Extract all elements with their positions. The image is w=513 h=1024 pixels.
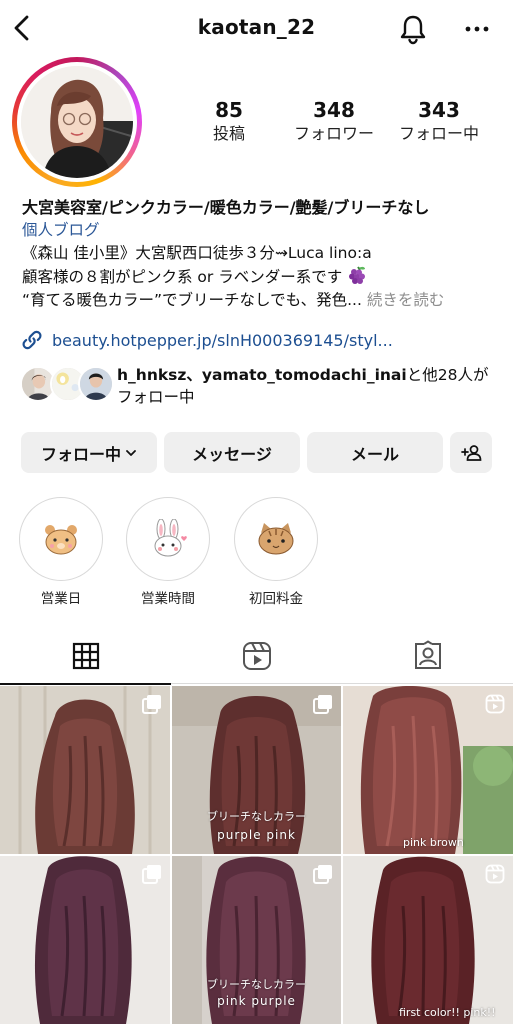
post-overlay-caption: pink brown: [403, 836, 464, 849]
tab-posts-grid[interactable]: [0, 628, 171, 685]
highlight-business-days[interactable]: 営業日: [19, 497, 103, 607]
post-overlay-caption: ブリーチなしカラー: [207, 810, 306, 823]
profile-link[interactable]: beauty.hotpepper.jp/slnH000369145/styl..…: [20, 328, 393, 352]
followed-by-text: h_hnksz、yamato_tomodachi_inaiと他28人がフォロー中: [117, 364, 497, 408]
more-options-icon[interactable]: [460, 14, 494, 44]
avatar: [21, 66, 133, 178]
highlight-label: 初回料金: [249, 591, 303, 607]
stat-posts[interactable]: 85 投稿: [174, 97, 284, 145]
message-button[interactable]: メッセージ: [164, 432, 300, 473]
tagged-icon: [414, 640, 441, 669]
posts-grid: ブリーチなしカラー purple pink pink brown ブリーチなしカ…: [0, 686, 513, 1024]
carousel-icon: [142, 865, 161, 884]
rabbit-icon: [154, 519, 187, 557]
stat-followers[interactable]: 348 フォロワー: [279, 97, 389, 145]
carousel-icon: [313, 865, 332, 884]
post-overlay-caption: purple pink: [217, 828, 296, 842]
story-ring[interactable]: [12, 57, 142, 187]
grapes-emoji-icon: [349, 266, 366, 284]
chevron-down-icon: [126, 449, 136, 456]
email-button[interactable]: メール: [307, 432, 443, 473]
following-button-label: フォロー中: [40, 444, 121, 464]
profile-link-text[interactable]: beauty.hotpepper.jp/slnH000369145/styl..…: [52, 331, 393, 350]
stat-posts-label: 投稿: [212, 124, 245, 143]
grid-post[interactable]: first color!! pink!!: [343, 856, 513, 1024]
profile-tabs: [0, 628, 513, 685]
profile-display-name: 大宮美容室/ピンクカラー/暖色カラー/艶髪/ブリーチなし: [22, 198, 430, 217]
bear-icon: [45, 525, 77, 555]
reels-icon: [242, 642, 271, 670]
post-overlay-caption: pink purple: [217, 994, 296, 1008]
tab-tagged[interactable]: [342, 628, 513, 684]
following-button[interactable]: フォロー中: [21, 432, 157, 473]
carousel-icon: [313, 695, 332, 714]
grid-post[interactable]: pink brown: [343, 686, 513, 854]
profile-username: kaotan_22: [197, 15, 316, 39]
suggested-users-button[interactable]: [450, 432, 492, 473]
top-bar: kaotan_22: [0, 0, 513, 58]
stat-followers-label: フォロワー: [293, 124, 374, 143]
email-button-label: メール: [350, 444, 399, 464]
highlight-label: 営業時間: [141, 591, 195, 607]
cat-icon: [258, 523, 294, 555]
active-tab-indicator: [0, 683, 171, 685]
stat-posts-value: 85: [215, 98, 243, 122]
bell-icon[interactable]: [396, 12, 430, 46]
follower-avatar-3: [78, 366, 114, 402]
bio-line-3-wrap: “育てる暖色カラー”でブリーチなしでも、発色... 続きを読む: [22, 289, 502, 312]
highlight-first-price[interactable]: 初回料金: [234, 497, 318, 607]
post-overlay-caption: ブリーチなしカラー: [207, 978, 306, 991]
reel-icon: [485, 864, 505, 884]
followed-by-row[interactable]: h_hnksz、yamato_tomodachi_inaiと他28人がフォロー中: [20, 364, 500, 408]
add-person-icon: [461, 444, 482, 461]
profile-bio: 大宮美容室/ピンクカラー/暖色カラー/艶髪/ブリーチなし 個人ブログ 《森山 佳…: [22, 196, 502, 312]
grid-icon: [72, 642, 99, 670]
carousel-icon: [142, 695, 161, 714]
message-button-label: メッセージ: [192, 444, 272, 464]
grid-post[interactable]: [0, 856, 170, 1024]
stat-followers-value: 348: [313, 98, 355, 122]
reel-icon: [485, 694, 505, 714]
post-overlay-caption: first color!! pink!!: [399, 1006, 496, 1019]
bio-line-1: 《森山 佳小里》大宮駅西口徒歩３分⇝Luca lino:a: [22, 244, 372, 262]
grid-post[interactable]: ブリーチなしカラー purple pink: [172, 686, 341, 854]
link-icon: [22, 330, 42, 350]
highlight-label: 営業日: [40, 591, 82, 607]
stat-following-label: フォロー中: [398, 124, 479, 143]
grid-post[interactable]: [0, 686, 170, 854]
highlight-business-hours[interactable]: 営業時間: [126, 497, 210, 607]
stat-following[interactable]: 343 フォロー中: [384, 97, 494, 145]
bio-line-2-wrap: 顧客様の８割がピンク系 or ラベンダー系です: [22, 265, 502, 289]
grid-post[interactable]: ブリーチなしカラー pink purple: [172, 856, 341, 1024]
followed-by-names[interactable]: h_hnksz、yamato_tomodachi_inai: [117, 366, 407, 384]
profile-category[interactable]: 個人ブログ: [22, 219, 502, 242]
read-more-link[interactable]: 続きを読む: [367, 291, 445, 309]
bio-line-3: “育てる暖色カラー”でブリーチなしでも、発色...: [22, 291, 362, 309]
bio-line-2: 顧客様の８割がピンク系 or ラベンダー系です: [22, 268, 343, 286]
tab-reels[interactable]: [171, 628, 342, 684]
stat-following-value: 343: [418, 98, 460, 122]
